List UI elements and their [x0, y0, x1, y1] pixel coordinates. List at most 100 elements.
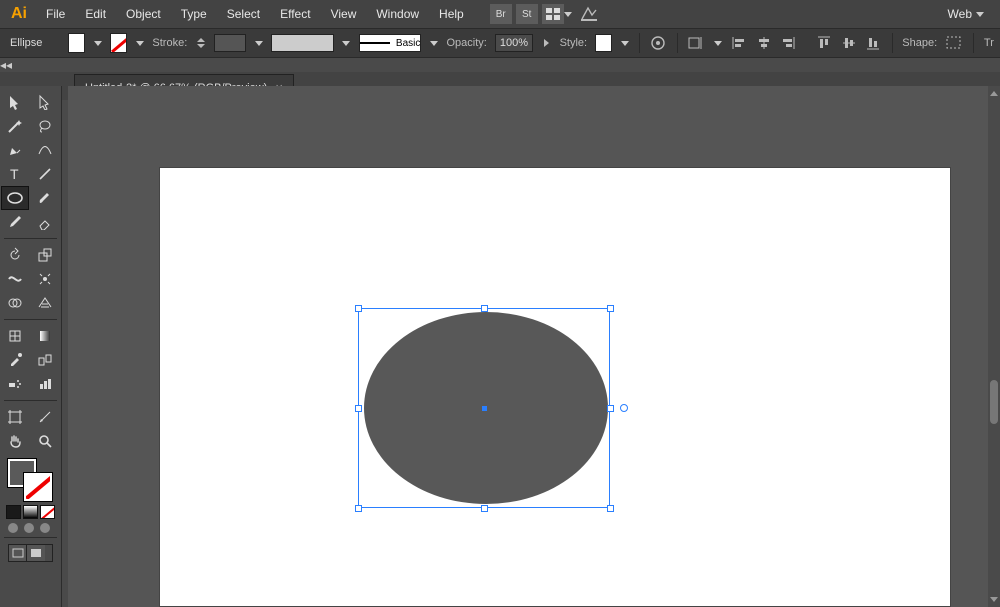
menu-select[interactable]: Select — [217, 3, 270, 25]
align-to-button[interactable] — [687, 33, 705, 53]
magic-wand-tool[interactable] — [1, 114, 29, 138]
artboard-tool[interactable] — [1, 405, 29, 429]
menu-effect[interactable]: Effect — [270, 3, 320, 25]
scroll-thumb[interactable] — [990, 380, 998, 424]
fill-swatch-dropdown[interactable] — [93, 33, 102, 53]
vertical-scrollbar[interactable] — [988, 86, 1000, 607]
eyedropper-tool[interactable] — [1, 348, 29, 372]
draw-inside[interactable] — [40, 523, 50, 533]
stock-button[interactable]: St — [516, 4, 538, 24]
stroke-swatch-dropdown[interactable] — [135, 33, 144, 53]
fill-stroke-indicator[interactable] — [8, 459, 52, 499]
selection-tool[interactable] — [1, 90, 29, 114]
pie-handle[interactable] — [620, 404, 628, 412]
handle-nw[interactable] — [355, 305, 362, 312]
draw-mode-buttons — [8, 523, 53, 533]
menu-edit[interactable]: Edit — [75, 3, 116, 25]
slice-tool[interactable] — [31, 405, 59, 429]
scale-tool[interactable] — [31, 243, 59, 267]
screen-mode-normal[interactable] — [9, 545, 27, 561]
fill-swatch[interactable] — [68, 33, 85, 53]
pen-tool[interactable] — [1, 138, 29, 162]
handle-sw[interactable] — [355, 505, 362, 512]
scroll-track[interactable] — [988, 100, 1000, 593]
pencil-tool[interactable] — [1, 210, 29, 234]
curvature-tool[interactable] — [31, 138, 59, 162]
artboard[interactable] — [160, 168, 950, 606]
scroll-up-button[interactable] — [988, 86, 1000, 100]
stroke-box[interactable] — [24, 473, 52, 501]
screen-mode-buttons — [8, 544, 53, 562]
bridge-button[interactable]: Br — [490, 4, 512, 24]
color-mode-solid[interactable] — [6, 505, 21, 519]
ellipse-tool[interactable] — [1, 186, 29, 210]
style-dropdown[interactable] — [620, 33, 629, 53]
eraser-tool[interactable] — [31, 210, 59, 234]
draw-behind[interactable] — [24, 523, 34, 533]
color-mode-none[interactable] — [40, 505, 55, 519]
menu-help[interactable]: Help — [429, 3, 474, 25]
align-hcenter-button[interactable] — [755, 33, 772, 53]
perspective-grid-tool[interactable] — [31, 291, 59, 315]
align-vcenter-button[interactable] — [840, 33, 857, 53]
workspace-label: Web — [948, 7, 972, 21]
handle-ne[interactable] — [607, 305, 614, 312]
align-right-button[interactable] — [780, 33, 797, 53]
brush-definition[interactable] — [271, 34, 334, 52]
menu-type[interactable]: Type — [171, 3, 217, 25]
handle-w[interactable] — [355, 405, 362, 412]
blend-tool[interactable] — [31, 348, 59, 372]
screen-mode-full-menu[interactable] — [27, 545, 45, 561]
scroll-down-button[interactable] — [988, 593, 1000, 607]
handle-e[interactable] — [607, 405, 614, 412]
variable-width-profile[interactable]: Basic — [359, 34, 422, 52]
align-top-button[interactable] — [816, 33, 833, 53]
gradient-tool[interactable] — [31, 324, 59, 348]
opacity-more[interactable] — [541, 34, 552, 52]
shape-builder-tool[interactable] — [1, 291, 29, 315]
menu-object[interactable]: Object — [116, 3, 171, 25]
opacity-field[interactable]: 100% — [495, 34, 533, 52]
paintbrush-tool[interactable] — [31, 186, 59, 210]
handle-s[interactable] — [481, 505, 488, 512]
menu-view[interactable]: View — [321, 3, 367, 25]
hand-tool[interactable] — [1, 429, 29, 453]
canvas-area[interactable] — [68, 86, 988, 607]
stroke-weight-field[interactable] — [214, 34, 246, 52]
column-graph-tool[interactable] — [31, 372, 59, 396]
width-tool[interactable] — [1, 267, 29, 291]
color-mode-gradient[interactable] — [23, 505, 38, 519]
draw-normal[interactable] — [8, 523, 18, 533]
stroke-swatch[interactable] — [110, 33, 127, 53]
profile-dropdown[interactable] — [429, 33, 438, 53]
gpu-preview-icon[interactable] — [578, 4, 600, 24]
symbol-sprayer-tool[interactable] — [1, 372, 29, 396]
arrange-documents-button[interactable] — [542, 4, 564, 24]
handle-se[interactable] — [607, 505, 614, 512]
align-left-button[interactable] — [731, 33, 748, 53]
style-label: Style: — [560, 37, 588, 49]
app-logo: Ai — [6, 3, 32, 25]
line-segment-tool[interactable] — [31, 162, 59, 186]
direct-selection-tool[interactable] — [31, 90, 59, 114]
shape-properties-button[interactable] — [945, 33, 963, 53]
graphic-style-swatch[interactable] — [595, 34, 612, 52]
panel-grip-icon[interactable]: ◂◂ — [0, 58, 1000, 72]
stroke-weight-dropdown[interactable] — [254, 33, 263, 53]
lasso-tool[interactable] — [31, 114, 59, 138]
align-to-dropdown[interactable] — [713, 33, 722, 53]
align-bottom-button[interactable] — [865, 33, 882, 53]
stroke-weight-stepper[interactable] — [195, 33, 206, 53]
menu-file[interactable]: File — [36, 3, 75, 25]
workspace-switcher[interactable]: Web — [938, 3, 994, 25]
zoom-tool[interactable] — [31, 429, 59, 453]
brush-dropdown[interactable] — [342, 33, 351, 53]
handle-n[interactable] — [481, 305, 488, 312]
menu-window[interactable]: Window — [366, 3, 429, 25]
rotate-tool[interactable] — [1, 243, 29, 267]
mesh-tool[interactable] — [1, 324, 29, 348]
type-tool[interactable]: T — [1, 162, 29, 186]
recolor-artwork-button[interactable] — [650, 33, 667, 53]
selection-center-point[interactable] — [482, 406, 487, 411]
free-transform-tool[interactable] — [31, 267, 59, 291]
